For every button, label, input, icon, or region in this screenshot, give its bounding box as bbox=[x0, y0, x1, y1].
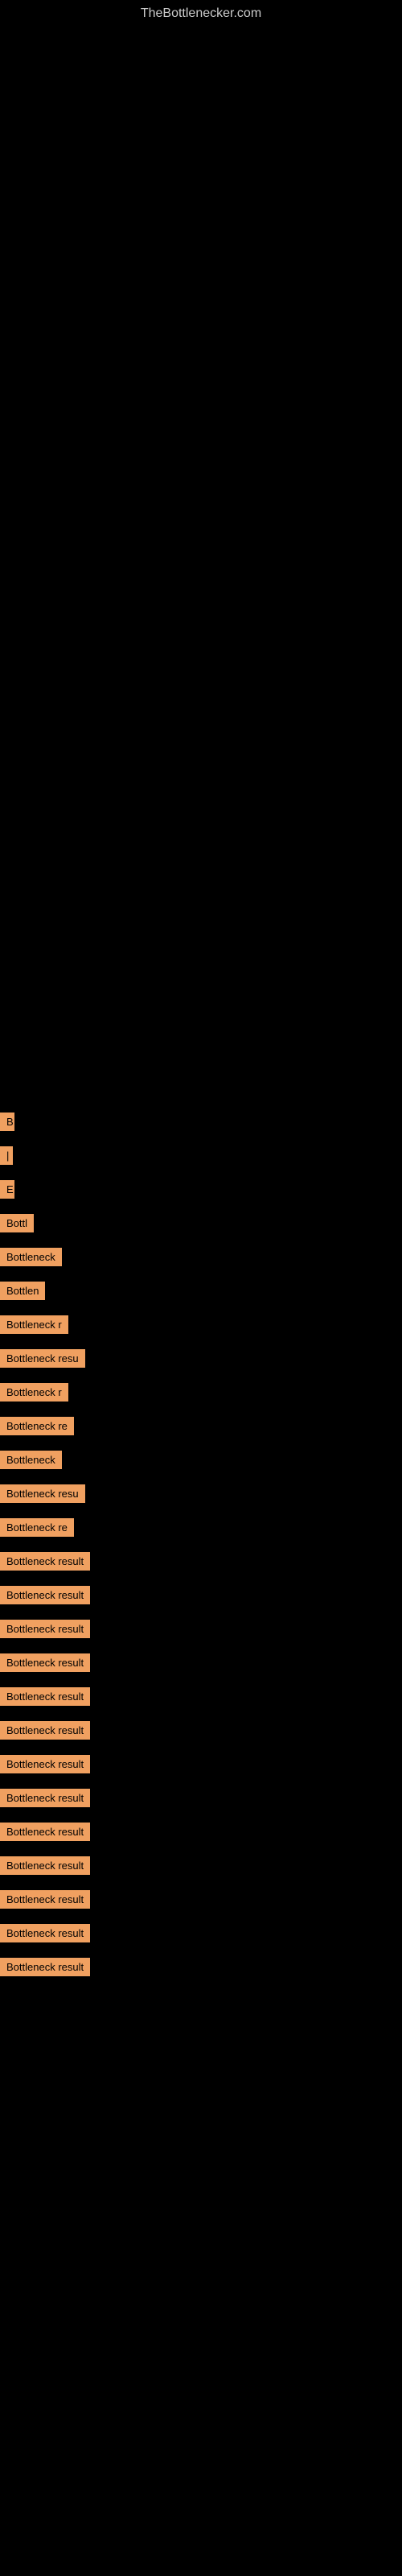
result-badge[interactable]: Bottleneck r bbox=[0, 1383, 68, 1402]
result-badge[interactable]: B bbox=[0, 1113, 14, 1131]
list-item: Bottleneck re bbox=[0, 1415, 402, 1441]
list-item: Bottleneck re bbox=[0, 1517, 402, 1542]
list-item: Bottleneck resu bbox=[0, 1348, 402, 1373]
list-item: Bottleneck resu bbox=[0, 1483, 402, 1509]
list-item: E bbox=[0, 1179, 402, 1204]
list-item: Bottleneck r bbox=[0, 1381, 402, 1407]
result-badge[interactable]: Bottl bbox=[0, 1214, 34, 1232]
result-badge[interactable]: Bottleneck result bbox=[0, 1789, 90, 1807]
list-item: Bottleneck result bbox=[0, 1889, 402, 1914]
result-badge[interactable]: E bbox=[0, 1180, 14, 1199]
result-badge[interactable]: Bottleneck result bbox=[0, 1721, 90, 1740]
result-badge[interactable]: Bottleneck result bbox=[0, 1890, 90, 1909]
result-badge[interactable]: Bottleneck bbox=[0, 1451, 62, 1469]
list-item: Bottleneck result bbox=[0, 1719, 402, 1745]
result-badge[interactable]: Bottleneck result bbox=[0, 1823, 90, 1841]
result-badge[interactable]: Bottleneck resu bbox=[0, 1349, 85, 1368]
list-item: Bottleneck result bbox=[0, 1686, 402, 1711]
results-container: B | E Bottl Bottleneck Bottlen Bottleneck r Bot… bbox=[0, 1111, 402, 1990]
result-badge[interactable]: Bottleneck result bbox=[0, 1856, 90, 1875]
list-item: Bottleneck result bbox=[0, 1821, 402, 1847]
list-item: Bottleneck result bbox=[0, 1855, 402, 1880]
list-item: Bottleneck bbox=[0, 1246, 402, 1272]
list-item: Bottleneck result bbox=[0, 1550, 402, 1576]
list-item: Bottleneck result bbox=[0, 1652, 402, 1678]
list-item: Bottleneck r bbox=[0, 1314, 402, 1340]
list-item: Bottleneck result bbox=[0, 1618, 402, 1644]
result-badge[interactable]: Bottleneck re bbox=[0, 1417, 74, 1435]
result-badge[interactable]: Bottleneck resu bbox=[0, 1484, 85, 1503]
result-badge[interactable]: Bottleneck result bbox=[0, 1687, 90, 1706]
result-badge[interactable]: Bottleneck result bbox=[0, 1586, 90, 1604]
result-badge[interactable]: Bottleneck result bbox=[0, 1755, 90, 1773]
list-item: Bottleneck result bbox=[0, 1787, 402, 1813]
list-item: Bottleneck result bbox=[0, 1753, 402, 1779]
list-item: B bbox=[0, 1111, 402, 1137]
result-badge[interactable]: Bottleneck result bbox=[0, 1653, 90, 1672]
result-badge[interactable]: Bottlen bbox=[0, 1282, 45, 1300]
result-badge[interactable]: | bbox=[0, 1146, 13, 1165]
result-badge[interactable]: Bottleneck bbox=[0, 1248, 62, 1266]
list-item: | bbox=[0, 1145, 402, 1170]
list-item: Bottleneck bbox=[0, 1449, 402, 1475]
list-item: Bottleneck result bbox=[0, 1956, 402, 1982]
site-title: TheBottlenecker.com bbox=[0, 0, 402, 24]
result-badge[interactable]: Bottleneck result bbox=[0, 1620, 90, 1638]
list-item: Bottleneck result bbox=[0, 1922, 402, 1948]
result-badge[interactable]: Bottleneck result bbox=[0, 1924, 90, 1942]
result-badge[interactable]: Bottleneck result bbox=[0, 1552, 90, 1571]
list-item: Bottleneck result bbox=[0, 1584, 402, 1610]
result-badge[interactable]: Bottleneck result bbox=[0, 1958, 90, 1976]
list-item: Bottlen bbox=[0, 1280, 402, 1306]
list-item: Bottl bbox=[0, 1212, 402, 1238]
result-badge[interactable]: Bottleneck r bbox=[0, 1315, 68, 1334]
result-badge[interactable]: Bottleneck re bbox=[0, 1518, 74, 1537]
